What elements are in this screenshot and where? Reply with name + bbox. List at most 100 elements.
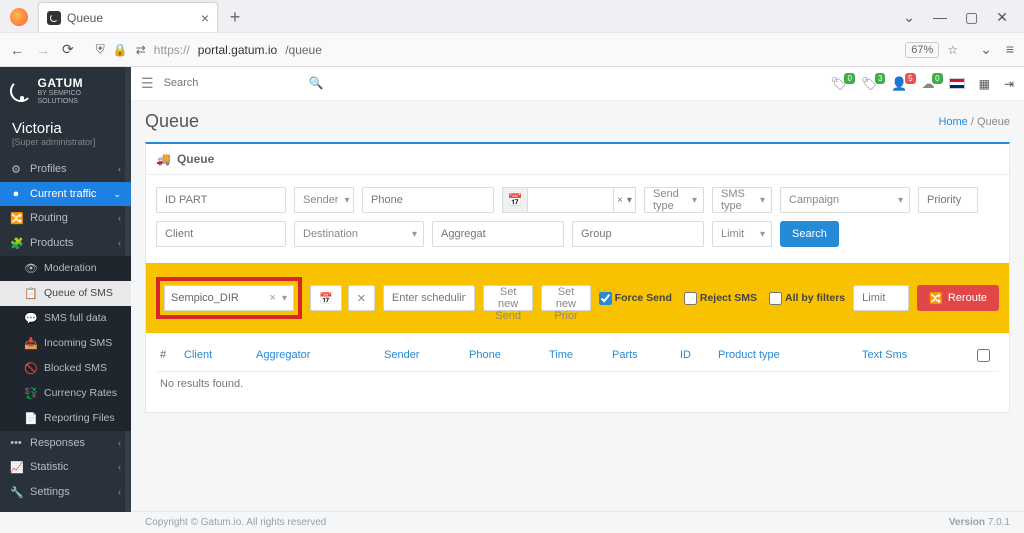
sidebar-item-sms-full-data[interactable]: 💬SMS full data xyxy=(0,306,131,331)
sidebar-item-moderation[interactable]: 👁Moderation xyxy=(0,256,131,281)
reroute-destination-select[interactable]: Sempico_DIR × ▾ xyxy=(164,285,294,311)
col-parts[interactable]: Parts xyxy=(612,349,680,365)
select-all-checkbox[interactable] xyxy=(977,349,990,362)
flag-icon[interactable] xyxy=(949,78,965,89)
nav-icon: ••• xyxy=(10,437,22,449)
panel-title: Queue xyxy=(177,152,214,166)
clear-icon[interactable]: × xyxy=(270,292,276,304)
sidebar-item-incoming-sms[interactable]: 📥Incoming SMS xyxy=(0,331,131,356)
sidebar-item-products[interactable]: 🧩Products‹ xyxy=(0,231,131,256)
all-by-filters-checkbox[interactable]: All by filters xyxy=(769,292,845,305)
chevron-icon: ‹ xyxy=(118,164,121,174)
nav-label: Responses xyxy=(30,437,85,449)
filter-campaign[interactable]: Campaign xyxy=(780,187,910,213)
nav-label: Settings xyxy=(30,486,70,498)
highlight-destination: Sempico_DIR × ▾ xyxy=(156,277,302,319)
sidebar-item-profiles[interactable]: ⚙Profiles‹ xyxy=(0,157,131,182)
sidebar-item-statistic[interactable]: 📈Statistic‹ xyxy=(0,455,131,480)
address-bar[interactable]: ⛨ 🔒 ⇄ https://portal.gatum.io/queue 67% … xyxy=(86,37,968,63)
nav-label: Reporting Files xyxy=(44,412,115,424)
reroute-button[interactable]: 🔀Reroute xyxy=(917,285,999,311)
col-client[interactable]: Client xyxy=(184,349,256,365)
reroute-bar: Sempico_DIR × ▾ 📅 ✕ Set new Send Set new… xyxy=(146,263,1009,333)
sidebar-item-settings[interactable]: 🔧Settings‹ xyxy=(0,480,131,505)
sidebar-item-routing[interactable]: 🔀Routing‹ xyxy=(0,206,131,231)
nav-icon: 💬 xyxy=(24,312,36,325)
tab-title: Queue xyxy=(67,11,103,25)
back-button[interactable]: ← xyxy=(10,42,24,58)
maximize-icon[interactable]: ▢ xyxy=(965,9,978,26)
forward-button: → xyxy=(36,42,50,58)
col-phone[interactable]: Phone xyxy=(469,349,549,365)
bookmark-icon[interactable]: ☆ xyxy=(947,43,958,57)
force-send-checkbox[interactable]: Force Send xyxy=(599,292,672,305)
filter-date[interactable]: 📅 ×▾ xyxy=(502,187,636,213)
filter-id-part[interactable] xyxy=(156,187,286,213)
chevron-down-icon[interactable]: ⌄ xyxy=(903,9,915,26)
nav-label: Incoming SMS xyxy=(44,337,112,349)
col-time[interactable]: Time xyxy=(549,349,612,365)
close-window-icon[interactable]: ✕ xyxy=(996,9,1008,26)
new-tab-button[interactable]: + xyxy=(224,6,246,28)
col-product-type[interactable]: Product type xyxy=(718,349,862,365)
chevron-icon: ‹ xyxy=(118,462,121,472)
col-id[interactable]: ID xyxy=(680,349,718,365)
col-sender[interactable]: Sender xyxy=(384,349,469,365)
filter-limit[interactable]: Limit xyxy=(712,221,772,247)
reject-sms-checkbox[interactable]: Reject SMS xyxy=(684,292,757,305)
col-text-sms[interactable]: Text Sms xyxy=(862,349,967,365)
sidebar-item-currency-rates[interactable]: 💱Currency Rates xyxy=(0,381,131,406)
reroute-limit-input[interactable] xyxy=(853,285,909,311)
notification-icon-3[interactable]: ☁0 xyxy=(922,76,935,92)
col-hash: # xyxy=(160,349,184,365)
chevron-down-icon[interactable]: ▾ xyxy=(282,293,287,304)
set-new-prior-button[interactable]: Set new Prior xyxy=(541,285,590,311)
filter-group[interactable] xyxy=(572,221,704,247)
sidebar-item-responses[interactable]: •••Responses‹ xyxy=(0,431,131,455)
notification-icon-2[interactable]: 👤5 xyxy=(891,76,907,92)
breadcrumb: Home / Queue xyxy=(938,116,1010,128)
filter-sender[interactable]: Sender xyxy=(294,187,354,213)
zoom-level[interactable]: 67% xyxy=(905,42,939,58)
filter-destination[interactable]: Destination xyxy=(294,221,424,247)
calendar-button[interactable]: 📅 xyxy=(310,285,342,311)
filter-aggregator[interactable] xyxy=(432,221,564,247)
global-search-input[interactable] xyxy=(164,73,324,95)
browser-tab[interactable]: Queue × xyxy=(38,2,218,32)
tab-close-icon[interactable]: × xyxy=(201,10,209,26)
filter-priority[interactable] xyxy=(918,187,978,213)
pocket-icon[interactable]: ⌄ xyxy=(980,41,992,58)
minimize-icon[interactable]: — xyxy=(933,9,947,26)
filter-sms-type[interactable]: SMS type xyxy=(712,187,772,213)
set-new-send-button[interactable]: Set new Send xyxy=(483,285,533,311)
sidebar-item-current-traffic[interactable]: ●Current traffic⌄ xyxy=(0,182,131,206)
calendar-icon[interactable]: 📅 xyxy=(502,187,528,213)
filter-send-type[interactable]: Send type xyxy=(644,187,704,213)
filter-client[interactable] xyxy=(156,221,286,247)
nav-icon: 📄 xyxy=(24,412,36,425)
sidebar-item-reporting-files[interactable]: 📄 Reporting Files xyxy=(0,406,131,431)
logout-icon[interactable]: ⇥ xyxy=(1004,77,1014,91)
breadcrumb-home[interactable]: Home xyxy=(938,116,967,128)
url-path: /queue xyxy=(285,43,322,57)
url-host: portal.gatum.io xyxy=(198,43,277,57)
brand: GATUM BY SEMPICO SOLUTIONS xyxy=(0,67,131,112)
nav-icon: 🚫 xyxy=(24,362,36,375)
notification-icon-0[interactable]: 🏷0 xyxy=(830,76,847,92)
filter-phone[interactable] xyxy=(362,187,494,213)
hamburger-icon[interactable]: ☰ xyxy=(141,75,154,92)
sidebar-item-blocked-sms[interactable]: 🚫Blocked SMS xyxy=(0,356,131,381)
search-icon[interactable]: 🔍 xyxy=(309,76,324,90)
clear-date-button[interactable]: ✕ xyxy=(348,285,375,311)
notification-icon-1[interactable]: 🏷3 xyxy=(861,76,878,92)
nav-icon: 🧩 xyxy=(10,237,22,250)
sidebar-item-queue-of-sms[interactable]: 📋Queue of SMS xyxy=(0,281,131,306)
menu-icon[interactable]: ≡ xyxy=(1006,41,1014,58)
truck-icon: 🚚 xyxy=(156,152,171,166)
grid-icon[interactable]: ▦ xyxy=(979,77,990,91)
nav-icon: ⚙ xyxy=(10,163,22,176)
col-aggregator[interactable]: Aggregator xyxy=(256,349,384,365)
reload-button[interactable]: ⟳ xyxy=(62,41,74,58)
scheduling-date-input[interactable] xyxy=(383,285,475,311)
search-button[interactable]: Search xyxy=(780,221,839,247)
